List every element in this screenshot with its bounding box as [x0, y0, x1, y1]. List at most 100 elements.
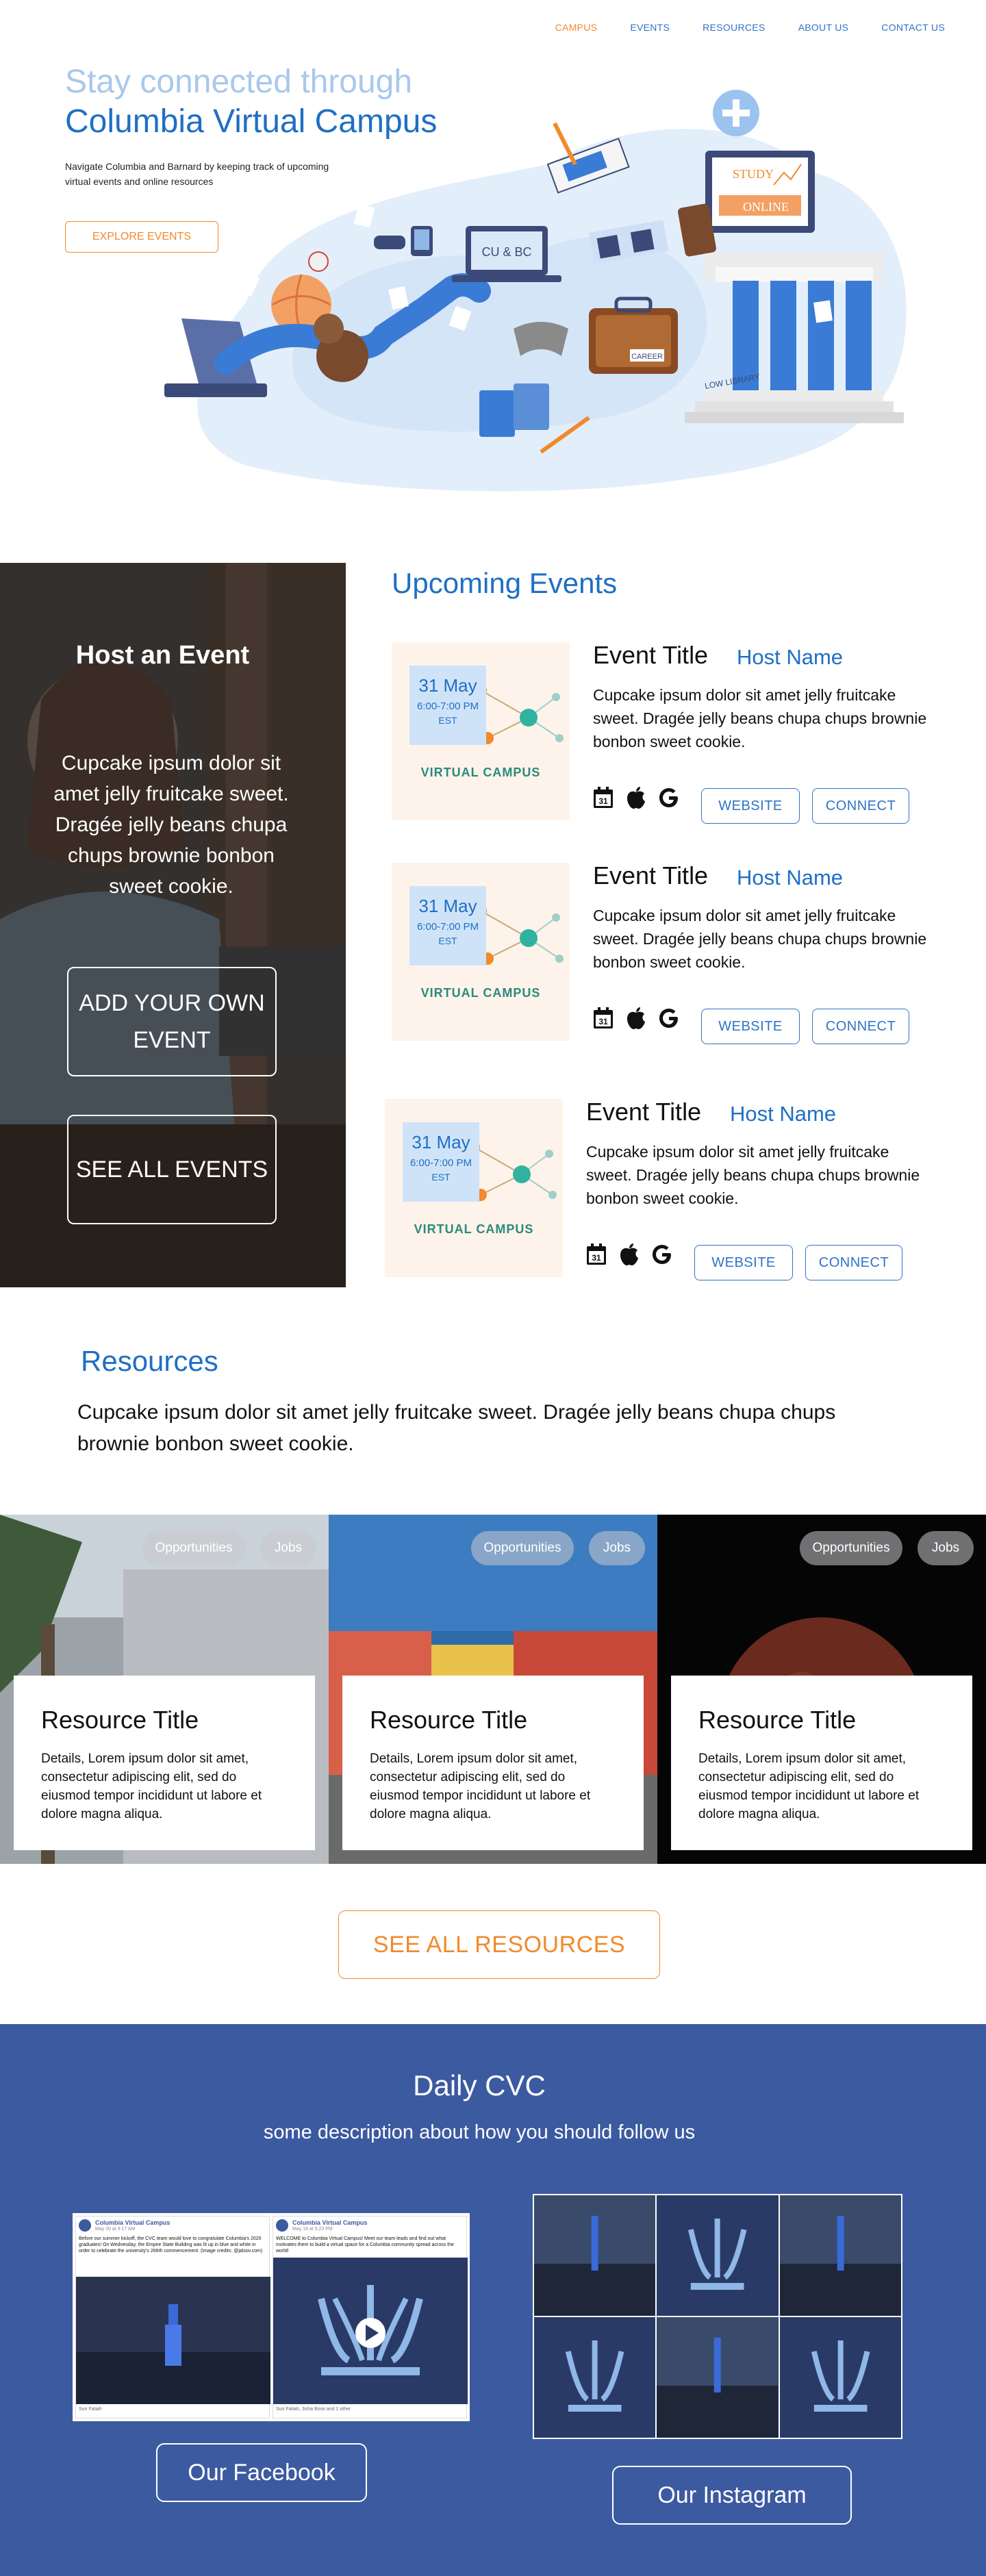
event-date: 31 May	[418, 896, 477, 916]
resource-card-2[interactable]: Opportunities Jobs Resource Title Detail…	[329, 1515, 657, 1864]
facebook-feed-preview[interactable]: Columbia Virtual Campus May 20 at 9:17 A…	[73, 2213, 470, 2421]
event-description: Cupcake ipsum dolor sit amet jelly fruit…	[586, 1143, 920, 1207]
instagram-tile-city[interactable]	[657, 2317, 779, 2438]
event-thumbnail: 31 May 6:00-7:00 PM EST VIRTUAL CAMPUS	[392, 863, 570, 1041]
resource-title: Resource Title	[370, 1706, 528, 1734]
event-thumbnail: 31 May 6:00-7:00 PM EST VIRTUAL CAMPUS	[392, 642, 570, 820]
laptop-sticker-text: CU & BC	[481, 245, 531, 259]
event-connect-button[interactable]: CONNECT	[805, 1245, 902, 1280]
calendar-icon[interactable]: 31	[586, 1243, 607, 1265]
apple-icon[interactable]	[619, 1243, 640, 1266]
board-line1: STUDY	[733, 167, 774, 181]
opportunities-tag[interactable]: Opportunities	[800, 1531, 902, 1565]
event-connect-button[interactable]: CONNECT	[812, 788, 909, 824]
event-timezone: EST	[431, 1172, 451, 1183]
host-description: Cupcake ipsum dolor sit amet jelly fruit…	[53, 752, 289, 898]
see-all-events-button[interactable]: SEE ALL EVENTS	[67, 1115, 277, 1224]
instagram-feed-preview[interactable]	[533, 2194, 902, 2439]
event-date: 31 May	[412, 1132, 470, 1152]
facebook-post-1: Columbia Virtual Campus May 20 at 9:17 A…	[75, 2216, 270, 2419]
see-all-resources-button[interactable]: SEE ALL RESOURCES	[338, 1910, 660, 1979]
event-thumbnail: 31 May 6:00-7:00 PM EST VIRTUAL CAMPUS	[385, 1099, 563, 1277]
nav-resources[interactable]: RESOURCES	[703, 22, 765, 33]
instagram-tile-crown[interactable]	[779, 2317, 901, 2438]
daily-cvc-subtitle: some description about how you should fo…	[263, 2121, 696, 2143]
resource-details: Details, Lorem ipsum dolor sit amet, con…	[698, 1752, 920, 1821]
event-host-name[interactable]: Host Name	[737, 866, 843, 890]
hero-title-line1: Stay connected through	[65, 64, 413, 100]
instagram-tile-city[interactable]	[779, 2195, 901, 2316]
instagram-tile-crown[interactable]	[534, 2317, 656, 2438]
top-nav: CAMPUS EVENTS RESOURCES ABOUT US CONTACT…	[555, 22, 945, 33]
event-website-button[interactable]: WEBSITE	[701, 1009, 800, 1044]
nav-campus[interactable]: CAMPUS	[555, 22, 598, 33]
resource-card-1[interactable]: Opportunities Jobs Resource Title Detail…	[0, 1515, 329, 1864]
instagram-tile-crown[interactable]	[657, 2195, 779, 2316]
resource-details: Details, Lorem ipsum dolor sit amet, con…	[370, 1752, 591, 1821]
event-description: Cupcake ipsum dolor sit amet jelly fruit…	[593, 686, 927, 750]
event-connect-button[interactable]: CONNECT	[812, 1009, 909, 1044]
suitcase-tag-text: CAREER	[631, 353, 663, 361]
opportunities-tag[interactable]: Opportunities	[142, 1531, 245, 1565]
post-video-crown-logo	[273, 2258, 468, 2404]
add-your-own-event-button[interactable]: ADD YOUR OWN EVENT	[67, 967, 277, 1076]
upcoming-events-heading: Upcoming Events	[392, 567, 618, 599]
event-time: 6:00-7:00 PM	[409, 1157, 472, 1169]
resource-card-body: Resource Title Details, Lorem ipsum dolo…	[671, 1676, 972, 1850]
calendar-icon[interactable]: 31	[593, 1007, 614, 1029]
virtual-campus-label: VIRTUAL CAMPUS	[414, 1222, 534, 1236]
event-host-name[interactable]: Host Name	[730, 1102, 836, 1126]
jobs-tag[interactable]: Jobs	[260, 1531, 316, 1565]
event-title[interactable]: Event Title	[593, 641, 708, 670]
nav-contact-us[interactable]: CONTACT US	[881, 22, 945, 33]
event-card: 31 May 6:00-7:00 PM EST VIRTUAL CAMPUS Event…	[392, 641, 939, 824]
resource-card-body: Resource Title Details, Lorem ipsum dolo…	[14, 1676, 315, 1850]
event-title[interactable]: Event Title	[586, 1098, 701, 1126]
event-date-box: 31 May 6:00-7:00 PM EST	[403, 1122, 479, 1202]
nav-about-us[interactable]: ABOUT US	[798, 22, 849, 33]
event-date-box: 31 May 6:00-7:00 PM EST	[409, 886, 486, 965]
resource-card-3[interactable]: Opportunities Jobs Resource Title Detail…	[657, 1515, 986, 1864]
jobs-tag[interactable]: Jobs	[918, 1531, 974, 1565]
resource-card-body: Resource Title Details, Lorem ipsum dolo…	[342, 1676, 644, 1850]
calendar-icon-day: 31	[598, 1017, 608, 1026]
our-instagram-button[interactable]: Our Instagram	[612, 2466, 852, 2525]
add-to-calendar-icons: 31	[586, 1243, 672, 1266]
opportunities-tag[interactable]: Opportunities	[471, 1531, 574, 1565]
instagram-tile-city[interactable]	[534, 2195, 656, 2316]
post-text: Before our summer kickoff, the CVC team …	[79, 2236, 263, 2253]
jobs-tag[interactable]: Jobs	[589, 1531, 645, 1565]
hero-illustration: CU & BC STUDY ONLINE CAREER LOW LIBRARY	[164, 90, 907, 492]
event-website-button[interactable]: WEBSITE	[694, 1245, 793, 1280]
google-icon[interactable]	[659, 787, 679, 808]
our-facebook-button[interactable]: Our Facebook	[156, 2443, 367, 2502]
event-host-name[interactable]: Host Name	[737, 645, 843, 670]
post-meta: May 20 at 9:17 AM	[95, 2227, 136, 2232]
calendar-icon[interactable]: 31	[593, 787, 614, 809]
explore-events-button[interactable]: EXPLORE EVENTS	[65, 221, 218, 253]
host-event-panel: Host an Event Cupcake ipsum dolor sit am…	[0, 563, 346, 1287]
apple-icon[interactable]	[626, 1007, 646, 1030]
resource-details: Details, Lorem ipsum dolor sit amet, con…	[41, 1752, 262, 1821]
event-date-box: 31 May 6:00-7:00 PM EST	[409, 666, 486, 745]
event-title[interactable]: Event Title	[593, 861, 708, 890]
resources-description: Cupcake ipsum dolor sit amet jelly fruit…	[77, 1401, 836, 1455]
resources-heading: Resources	[81, 1345, 218, 1377]
post-meta: May 19 at 5:23 PM	[292, 2227, 333, 2232]
add-to-calendar-icons: 31	[593, 1007, 679, 1030]
calendar-icon-day: 31	[592, 1253, 601, 1263]
event-card: 31 May 6:00-7:00 PM EST VIRTUAL CAMPUS Event…	[392, 861, 939, 1044]
daily-cvc-title: Daily CVC	[413, 2069, 546, 2101]
apple-icon[interactable]	[626, 786, 646, 809]
nav-events[interactable]: EVENTS	[630, 22, 670, 33]
virtual-campus-label: VIRTUAL CAMPUS	[420, 766, 541, 779]
virtual-campus-label: VIRTUAL CAMPUS	[420, 986, 541, 1000]
event-website-button[interactable]: WEBSITE	[701, 788, 800, 824]
event-time: 6:00-7:00 PM	[416, 700, 479, 712]
page-avatar	[79, 2219, 91, 2232]
post-reactions: Suri Fatiah, Jisha Bose and 1 other	[276, 2407, 351, 2412]
google-icon[interactable]	[659, 1008, 679, 1028]
event-timezone: EST	[438, 935, 457, 946]
hero-subtitle: Navigate Columbia and Barnard by keeping…	[65, 161, 329, 187]
google-icon[interactable]	[652, 1244, 672, 1265]
